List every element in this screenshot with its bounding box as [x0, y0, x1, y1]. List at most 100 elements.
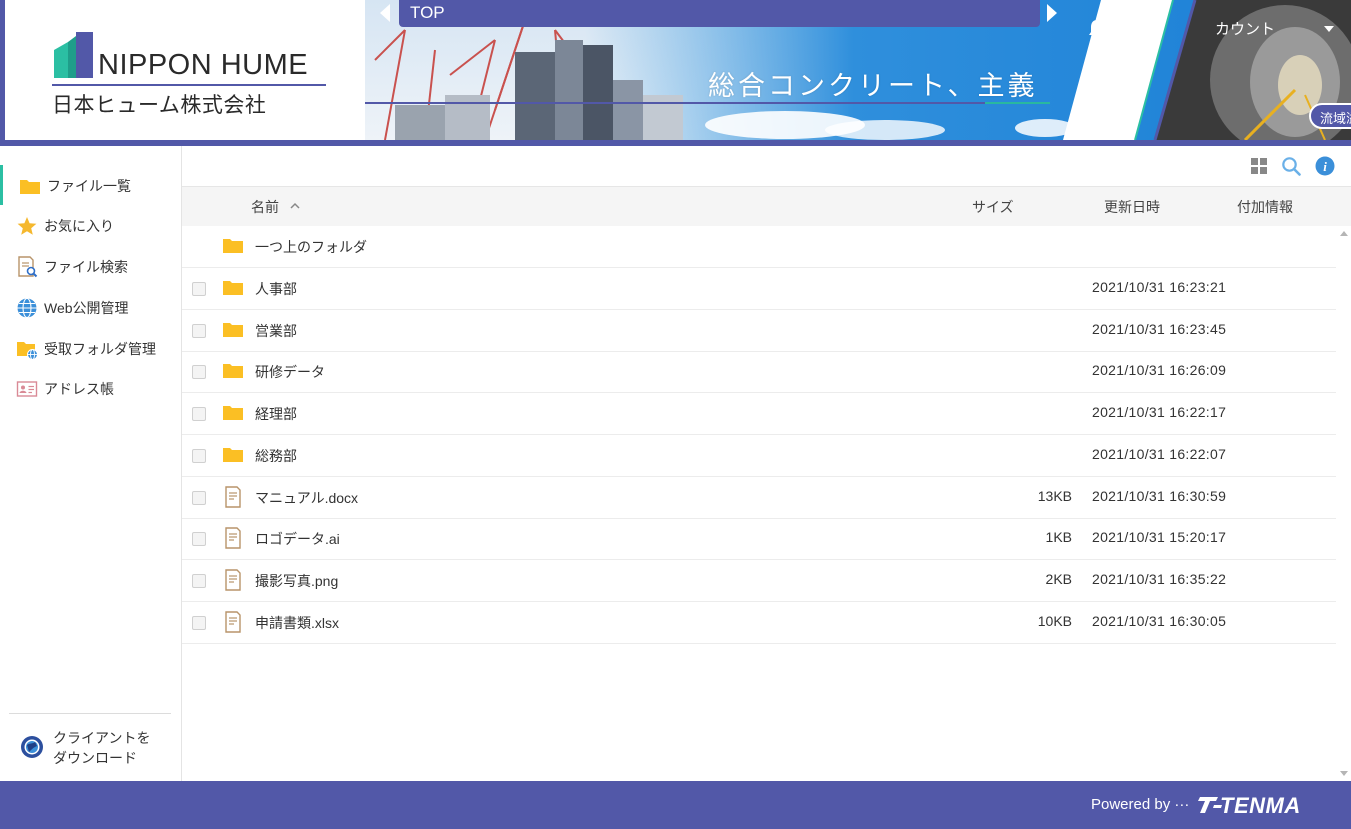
column-header-updated[interactable]: 更新日時: [1104, 197, 1160, 217]
banner-slogan-underline: [365, 102, 985, 104]
row-checkbox[interactable]: [192, 324, 206, 338]
row-checkbox[interactable]: [192, 616, 206, 630]
sidebar-item-label: Web公開管理: [44, 300, 129, 316]
sort-ascending-icon[interactable]: [290, 201, 300, 211]
document-icon: [225, 527, 241, 549]
row-checkbox[interactable]: [192, 407, 206, 421]
column-header-extra-info[interactable]: 付加情報: [1237, 197, 1293, 217]
file-name[interactable]: 申請書類.xlsx: [255, 613, 339, 633]
account-menu[interactable]: カウント: [1215, 18, 1275, 39]
receive-folder-icon: [17, 342, 38, 360]
client-download-label: クライアントを ダウンロード: [53, 730, 151, 766]
file-name[interactable]: ロゴデータ.ai: [255, 529, 340, 549]
table-row[interactable]: 撮影写真.png 2KB 2021/10/31 16:35:22: [182, 560, 1336, 602]
file-size: 13KB: [1037, 488, 1072, 504]
folder-icon: [223, 448, 243, 462]
tenma-brand-text[interactable]: TENMA: [1220, 793, 1301, 819]
breadcrumb-top[interactable]: TOP: [410, 3, 445, 23]
table-row[interactable]: 営業部 2021/10/31 16:23:45: [182, 310, 1336, 352]
document-icon: [225, 569, 241, 591]
row-checkbox[interactable]: [192, 365, 206, 379]
document-icon: [225, 611, 241, 633]
folder-icon: [223, 406, 243, 420]
file-name[interactable]: 総務部: [255, 446, 297, 466]
file-updated: 2021/10/31 15:20:17: [1092, 529, 1227, 545]
client-download-icon: [21, 736, 43, 758]
file-name[interactable]: マニュアル.docx: [255, 488, 358, 508]
document-icon: [225, 486, 241, 508]
banner-slogan: 総合コンクリート、主義: [708, 71, 1038, 102]
sidebar-divider: [9, 713, 171, 714]
file-search-icon: [18, 256, 38, 278]
scroll-up-arrow-icon[interactable]: [1340, 231, 1348, 236]
breadcrumb-bar[interactable]: TOP: [399, 0, 1040, 27]
address-book-icon: [16, 381, 38, 397]
powered-by-text: Powered by ···: [1091, 796, 1190, 813]
table-row[interactable]: 申請書類.xlsx 10KB 2021/10/31 16:30:05: [182, 602, 1336, 644]
client-download-link[interactable]: クライアントを ダウンロード: [20, 726, 170, 770]
sidebar-item-web-publish[interactable]: Web公開管理: [0, 287, 181, 327]
logo-mark-icon: [54, 32, 93, 78]
column-header-name[interactable]: 名前: [251, 197, 279, 217]
row-checkbox[interactable]: [192, 574, 206, 588]
site-header: NIPPON HUME 日本ヒューム株式会社 総合コンクリート、主義 TOP カ…: [0, 0, 1351, 146]
file-updated: 2021/10/31 16:35:22: [1092, 571, 1227, 587]
folder-icon: [223, 364, 243, 378]
sidebar-item-favorites[interactable]: お気に入り: [0, 205, 181, 245]
file-size: 1KB: [1045, 529, 1072, 545]
sidebar-item-address-book[interactable]: アドレス帳: [0, 368, 181, 408]
file-size: 2KB: [1045, 571, 1072, 587]
sidebar-item-label: 受取フォルダ管理: [44, 341, 156, 357]
file-name[interactable]: 一つ上のフォルダ: [255, 237, 367, 257]
folder-icon: [20, 180, 40, 194]
column-header-size[interactable]: サイズ: [972, 197, 1014, 217]
company-logo[interactable]: NIPPON HUME 日本ヒューム株式会社: [52, 32, 327, 117]
sidebar-item-label: ファイル一覧: [47, 178, 131, 194]
row-checkbox[interactable]: [192, 449, 206, 463]
file-name[interactable]: 研修データ: [255, 362, 325, 382]
account-chevron-down-icon[interactable]: [1324, 26, 1334, 32]
banner-slogan-accent-underline: [985, 102, 1050, 104]
view-toolbar: i: [182, 146, 1351, 186]
table-row[interactable]: 人事部 2021/10/31 16:23:21: [182, 268, 1336, 310]
folder-icon: [223, 281, 243, 295]
table-row[interactable]: マニュアル.docx 13KB 2021/10/31 16:30:59: [182, 477, 1336, 519]
sidebar-item-receive-folder[interactable]: 受取フォルダ管理: [0, 328, 181, 368]
header-accent-bar: [0, 0, 5, 140]
row-checkbox[interactable]: [192, 532, 206, 546]
row-checkbox[interactable]: [192, 491, 206, 505]
file-name[interactable]: 営業部: [255, 321, 297, 341]
file-name[interactable]: 経理部: [255, 404, 297, 424]
file-updated: 2021/10/31 16:22:17: [1092, 404, 1227, 420]
info-icon[interactable]: i: [1315, 156, 1335, 176]
site-footer: Powered by ··· TENMA: [0, 781, 1351, 829]
breadcrumb-prev-arrow-icon[interactable]: [380, 4, 390, 22]
file-updated: 2021/10/31 16:30:59: [1092, 488, 1227, 504]
file-size: 10KB: [1037, 613, 1072, 629]
logo-english-text: NIPPON HUME: [98, 49, 309, 81]
breadcrumb-next-arrow-icon[interactable]: [1047, 4, 1057, 22]
notification-bell-icon[interactable]: [1086, 18, 1108, 40]
scroll-down-arrow-icon[interactable]: [1340, 771, 1348, 776]
file-updated: 2021/10/31 16:23:21: [1092, 279, 1227, 295]
file-updated: 2021/10/31 16:22:07: [1092, 446, 1227, 462]
file-name[interactable]: 人事部: [255, 279, 297, 299]
table-row[interactable]: ロゴデータ.ai 1KB 2021/10/31 15:20:17: [182, 518, 1336, 560]
row-checkbox[interactable]: [192, 282, 206, 296]
sidebar-item-file-list[interactable]: ファイル一覧: [0, 165, 181, 205]
parent-folder-row[interactable]: 一つ上のフォルダ: [182, 226, 1336, 268]
file-name[interactable]: 撮影写真.png: [255, 571, 338, 591]
table-row[interactable]: 経理部 2021/10/31 16:22:17: [182, 393, 1336, 435]
file-table-header: 名前 サイズ 更新日時 付加情報: [182, 186, 1351, 226]
grid-view-icon[interactable]: [1249, 156, 1269, 176]
table-row[interactable]: 研修データ 2021/10/31 16:26:09: [182, 351, 1336, 393]
vertical-scrollbar[interactable]: [1337, 226, 1351, 781]
sidebar-item-file-search[interactable]: ファイル検索: [0, 246, 181, 286]
svg-text:i: i: [1323, 159, 1327, 174]
table-row[interactable]: 総務部 2021/10/31 16:22:07: [182, 435, 1336, 477]
sidebar-item-label: ファイル検索: [44, 259, 128, 275]
banner-tag-pill[interactable]: 流域溢: [1309, 103, 1351, 129]
star-icon: [17, 217, 37, 235]
folder-icon: [223, 239, 243, 253]
search-icon[interactable]: [1281, 156, 1301, 176]
